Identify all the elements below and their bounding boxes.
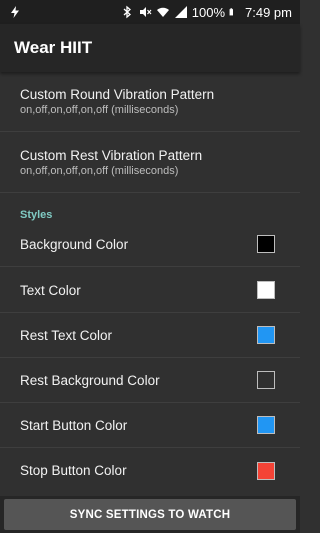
rest-text-color-row[interactable]: Rest Text Color [0,313,300,358]
rest-background-color-row[interactable]: Rest Background Color [0,358,300,403]
color-swatch[interactable] [257,416,275,434]
color-swatch[interactable] [257,326,275,344]
status-bar: 100% 7:49 pm [0,0,300,24]
pref-summary: on,off,on,off,on,off (milliseconds) [20,104,179,116]
signal-icon [174,6,187,18]
color-swatch[interactable] [257,371,275,389]
background-color-row[interactable]: Background Color [0,222,300,267]
custom-rest-vibration-pattern[interactable]: Custom Rest Vibration Pattern on,off,on,… [0,133,300,193]
wifi-icon [156,7,169,17]
text-color-row[interactable]: Text Color [0,268,300,313]
bottom-bar: SYNC SETTINGS TO WATCH [0,496,300,533]
battery-percent: 100% [191,4,226,20]
pref-title: Background Color [20,236,129,252]
pref-title: Custom Round Vibration Pattern [20,87,215,102]
settings-list: Custom Round Vibration Pattern on,off,on… [0,72,300,496]
custom-round-vibration-pattern[interactable]: Custom Round Vibration Pattern on,off,on… [0,72,300,132]
app-title: Wear HIIT [14,38,93,57]
color-swatch[interactable] [257,235,275,253]
pref-title: Start Button Color [20,417,128,433]
stop-button-color-row[interactable]: Stop Button Color [0,448,300,493]
sync-settings-button[interactable]: SYNC SETTINGS TO WATCH [4,499,296,530]
start-button-color-row[interactable]: Start Button Color [0,403,300,448]
flash-icon [11,6,19,18]
bluetooth-icon [123,5,131,19]
color-swatch[interactable] [257,461,275,480]
pref-title: Text Color [20,282,81,298]
color-swatch[interactable] [257,281,275,299]
mute-icon [139,7,152,17]
pref-title: Stop Button Color [20,463,127,478]
status-time: 7:49 pm [245,4,292,20]
battery-icon [229,8,234,16]
pref-title: Rest Text Color [20,327,113,343]
app-bar: Wear HIIT [0,24,300,72]
pref-title: Rest Background Color [20,372,160,388]
pref-summary: on,off,on,off,on,off (milliseconds) [20,165,179,177]
pref-title: Custom Rest Vibration Pattern [20,148,203,163]
section-header-styles: Styles [20,209,53,221]
